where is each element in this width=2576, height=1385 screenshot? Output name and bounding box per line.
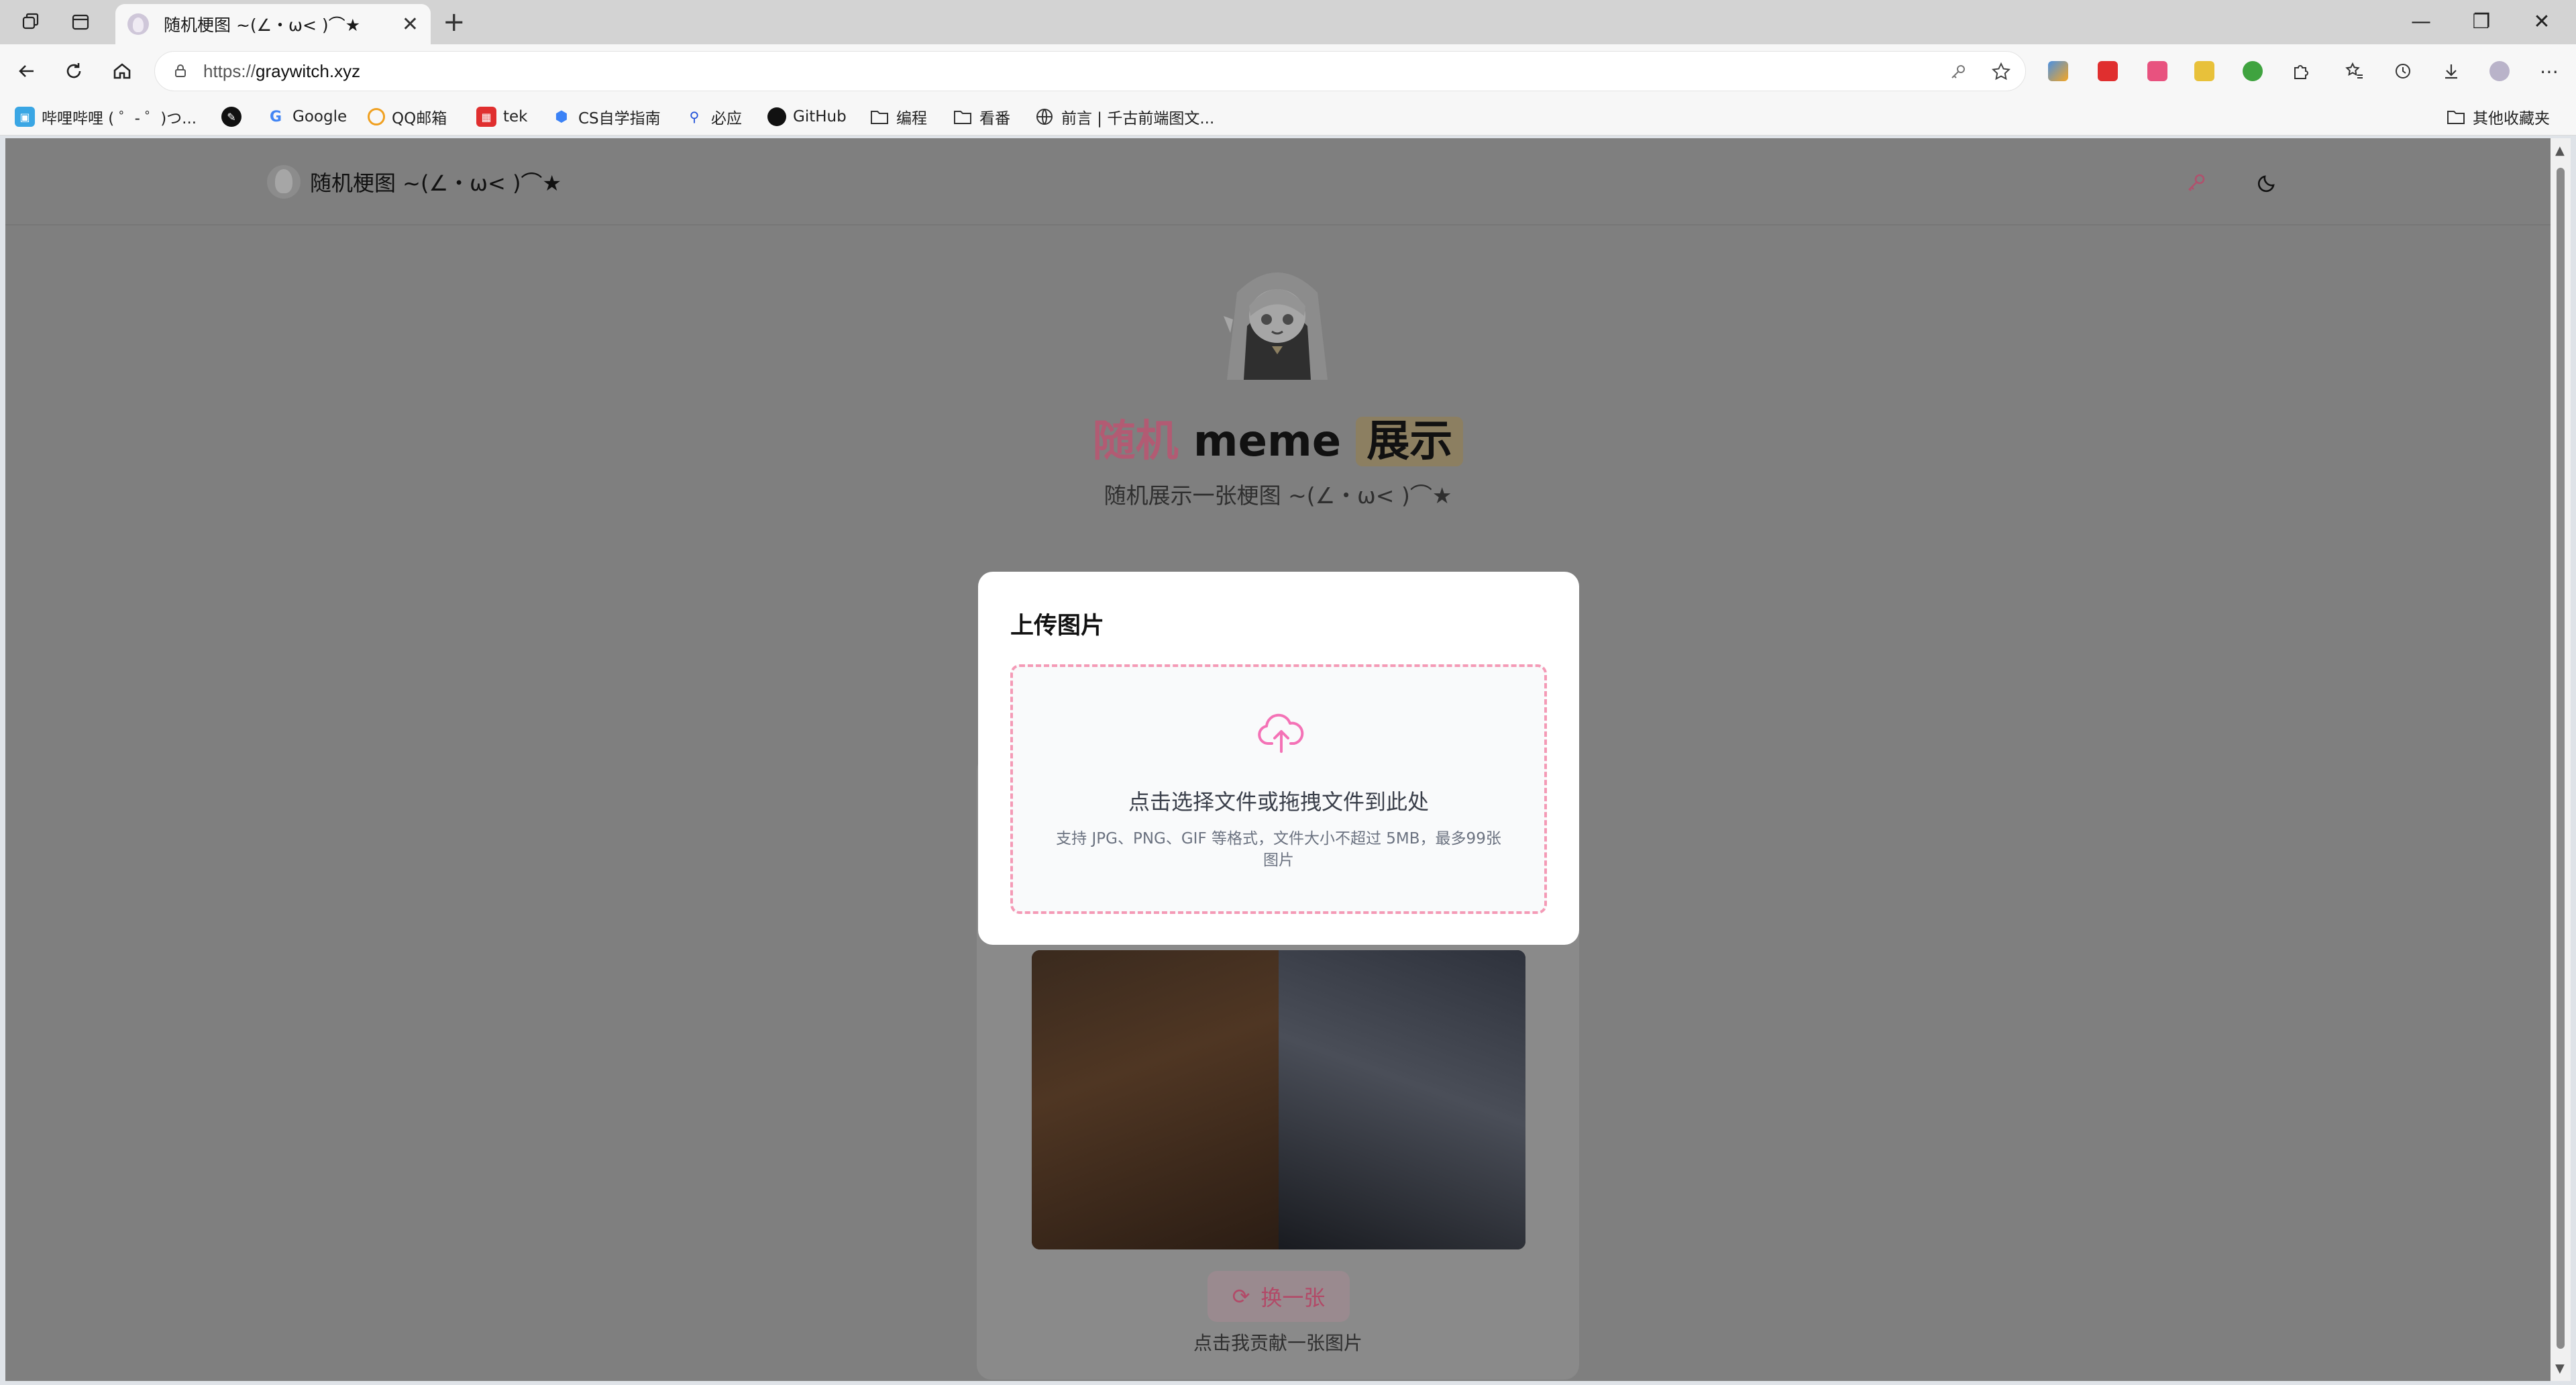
hero-title-part3: 展示	[1356, 417, 1464, 466]
meme-image	[1032, 950, 1525, 1249]
history-icon[interactable]	[2390, 58, 2416, 85]
upload-dropzone[interactable]: 点击选择文件或拖拽文件到此处 支持 JPG、PNG、GIF 等格式，文件大小不超…	[1010, 664, 1547, 914]
globe-icon	[1034, 107, 1055, 127]
site-brand[interactable]: 随机梗图 ~(∠・ω< )⌒★	[267, 165, 561, 199]
tek-icon: ▦	[476, 107, 496, 127]
active-tab[interactable]: 随机梗图 ~(∠・ω< )⌒★ ✕	[115, 4, 431, 44]
bookmark-label: tek	[503, 108, 528, 125]
downloads-icon[interactable]	[2438, 58, 2465, 85]
bookmark-label: 必应	[711, 110, 742, 127]
site-header: 随机梗图 ~(∠・ω< )⌒★	[5, 138, 2551, 225]
modal-title: 上传图片	[1010, 613, 1105, 639]
bookmark-qiangu[interactable]: 前言 | 千古前端图文...	[1034, 105, 1214, 129]
extensions-puzzle-icon[interactable]	[2288, 58, 2314, 85]
extension-pink-icon[interactable]	[2144, 58, 2171, 85]
extension-red-badge-icon[interactable]	[2094, 58, 2121, 85]
profile-avatar[interactable]	[2486, 58, 2513, 85]
bookmark-bilibili[interactable]: ▣ 哔哩哔哩 ( ゜- ゜)つ...	[15, 105, 197, 129]
lock-icon[interactable]	[171, 62, 190, 81]
bookmark-folder-programming[interactable]: 编程	[869, 105, 927, 129]
dark-mode-moon-icon[interactable]	[2251, 166, 2284, 199]
swap-meme-label: 换一张	[1260, 1285, 1326, 1311]
extension-puzzle-color-icon[interactable]	[2045, 58, 2072, 85]
page-scrollbar[interactable]: ▲ ▼	[2551, 138, 2571, 1381]
bookmark-label: 看番	[979, 110, 1010, 127]
navigation-bar: https://graywitch.xyz ⋯	[0, 44, 2576, 98]
folder-icon	[2446, 107, 2466, 127]
bookmark-qqmail[interactable]: QQ邮箱	[368, 105, 447, 129]
minimize-button[interactable]: —	[2391, 7, 2451, 36]
hero-title-part2: meme	[1193, 417, 1342, 466]
page-viewport: 随机梗图 ~(∠・ω< )⌒★ 随机 meme 展示 随机展示一张梗图 ~(∠・…	[5, 138, 2551, 1381]
folder-icon	[953, 107, 973, 127]
brand-name: 随机梗图 ~(∠・ω< )⌒★	[310, 170, 562, 196]
site-favicon-icon	[127, 13, 149, 35]
address-bar[interactable]: https://graywitch.xyz	[154, 51, 2026, 91]
bookmark-label: Google	[292, 108, 347, 125]
folder-icon	[869, 107, 890, 127]
home-icon[interactable]	[105, 54, 140, 89]
pen-circle-icon: ✎	[221, 107, 241, 127]
dropzone-hint: 支持 JPG、PNG、GIF 等格式，文件大小不超过 5MB，最多99张图片	[1056, 830, 1501, 869]
bookmark-label: 前言 | 千古前端图文...	[1061, 110, 1215, 127]
bing-search-icon: ⚲	[689, 109, 700, 125]
upload-modal: 上传图片 点击选择文件或拖拽文件到此处 支持 JPG、PNG、GIF 等格式，文…	[978, 572, 1579, 945]
dropzone-text: 点击选择文件或拖拽文件到此处	[1128, 789, 1429, 815]
extension-green-plus-icon[interactable]	[2239, 58, 2266, 85]
bookmark-github[interactable]: GitHub	[767, 105, 847, 129]
bookmark-label: CS自学指南	[578, 110, 661, 127]
hero-subtitle: 随机展示一张梗图 ~(∠・ω< )⌒★	[1104, 482, 1452, 509]
bookmark-label: 编程	[896, 110, 927, 127]
extension-yellow-icon[interactable]	[2191, 58, 2218, 85]
workspaces-icon[interactable]	[15, 8, 47, 36]
contribute-link[interactable]: 点击我贡献一张图片	[5, 1329, 2551, 1355]
key-icon[interactable]	[2180, 166, 2212, 199]
tab-title: 随机梗图 ~(∠・ω< )⌒★	[164, 15, 361, 35]
github-icon	[767, 107, 786, 126]
scroll-up-arrow-icon[interactable]: ▲	[2555, 144, 2565, 158]
other-bookmarks[interactable]: 其他收藏夹	[2446, 105, 2550, 129]
bookmark-google[interactable]: G Google	[266, 105, 347, 129]
new-tab-button[interactable]: +	[443, 8, 466, 36]
cube-icon: ⬢	[555, 108, 568, 125]
bookmark-bing[interactable]: ⚲ 必应	[684, 105, 742, 129]
bookmark-tek[interactable]: ▦ tek	[476, 105, 528, 129]
favorite-star-icon[interactable]	[1989, 60, 2013, 84]
bookmark-folder-anime[interactable]: 看番	[953, 105, 1010, 129]
google-icon: G	[269, 108, 282, 125]
hero-title: 随机 meme 展示	[5, 407, 2551, 468]
brand-avatar	[267, 165, 301, 199]
cloud-upload-icon	[1258, 713, 1304, 753]
tab-close-icon[interactable]: ✕	[402, 13, 419, 36]
meme-image-left	[1032, 950, 1279, 1249]
meme-image-right	[1279, 950, 1525, 1249]
tab-strip: 随机梗图 ~(∠・ω< )⌒★ ✕ + — ❐ ✕	[0, 0, 2576, 44]
refresh-icon[interactable]	[56, 54, 91, 89]
mascot-image	[1224, 272, 1328, 380]
bookmark-cs-guide[interactable]: ⬢ CS自学指南	[551, 105, 661, 129]
close-window-button[interactable]: ✕	[2512, 7, 2572, 36]
scroll-down-arrow-icon[interactable]: ▼	[2555, 1362, 2565, 1376]
bookmark-label: GitHub	[793, 108, 847, 125]
back-icon[interactable]	[9, 54, 44, 89]
bookmark-label: QQ邮箱	[392, 110, 447, 127]
bookmarks-bar: ▣ 哔哩哔哩 ( ゜- ゜)つ... ✎ G Google QQ邮箱 ▦ tek…	[0, 98, 2576, 136]
qq-mail-icon	[368, 108, 385, 125]
swap-meme-button[interactable]: ⟳ 换一张	[1208, 1271, 1350, 1322]
url-text: https://graywitch.xyz	[203, 60, 361, 81]
bookmark-pen[interactable]: ✎	[221, 105, 248, 129]
scrollbar-thumb[interactable]	[2557, 168, 2565, 1349]
bilibili-icon: ▣	[15, 107, 35, 127]
hero-title-part1: 随机	[1092, 417, 1179, 466]
vertical-tabs-icon[interactable]	[64, 8, 97, 36]
restore-button[interactable]: ❐	[2451, 7, 2512, 36]
bookmark-label: 哔哩哔哩 ( ゜- ゜)つ...	[42, 110, 197, 127]
more-menu-icon[interactable]: ⋯	[2536, 58, 2563, 85]
favorites-icon[interactable]	[2341, 58, 2368, 85]
refresh-icon: ⟳	[1232, 1284, 1250, 1309]
key-icon[interactable]	[1946, 60, 1970, 84]
other-bookmarks-label: 其他收藏夹	[2473, 110, 2550, 127]
